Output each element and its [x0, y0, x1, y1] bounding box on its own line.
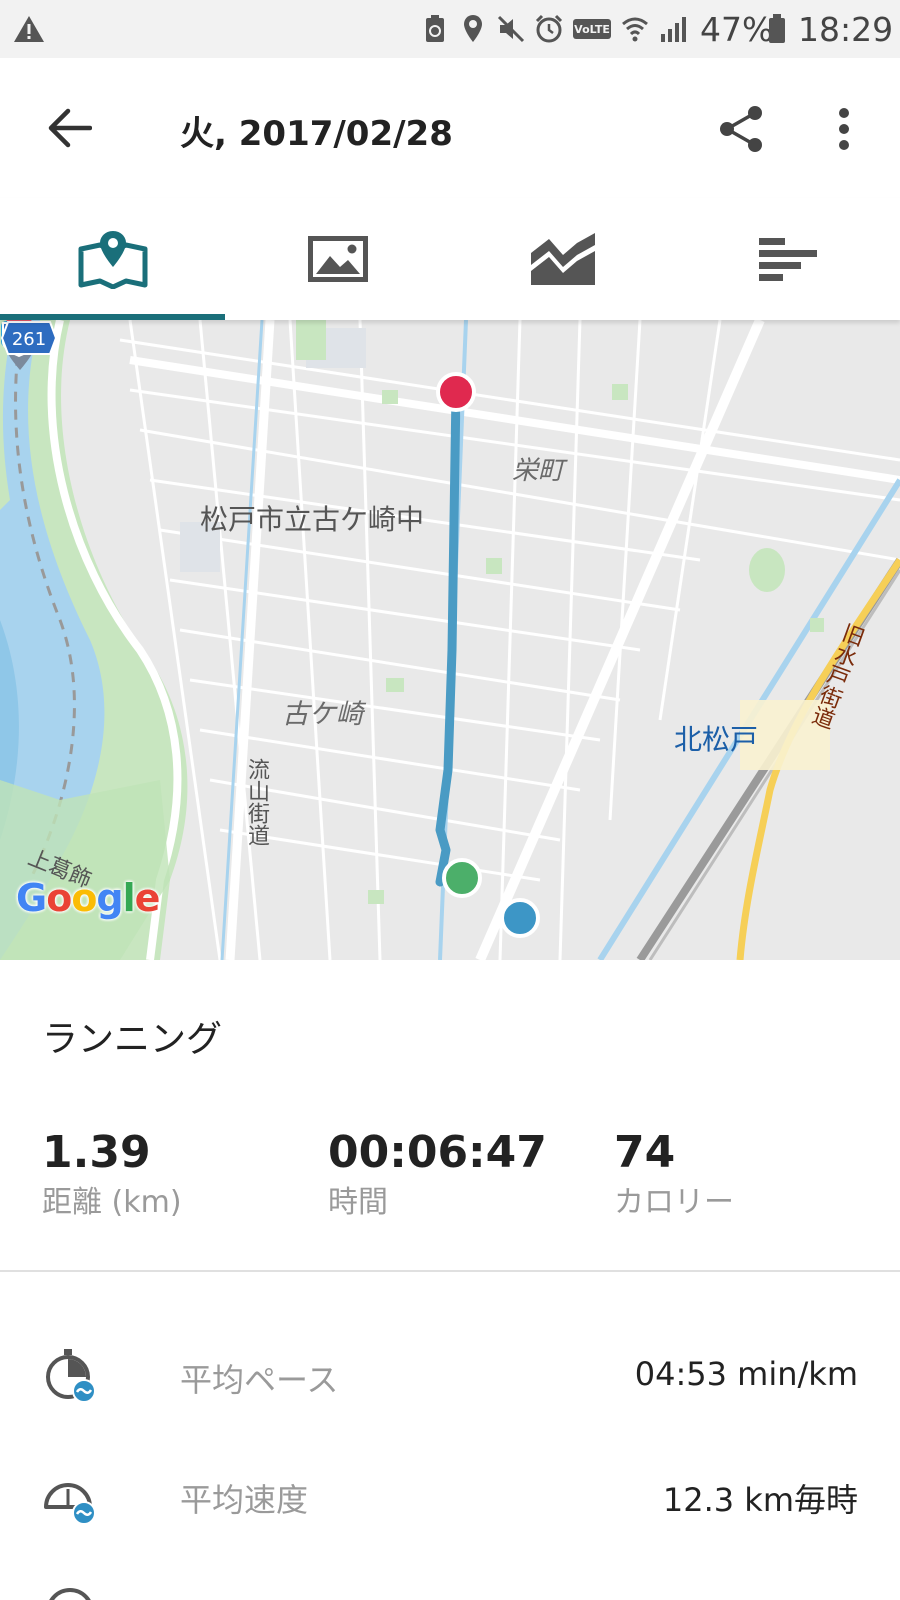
- battery-percent: 47%: [700, 10, 774, 49]
- stat-label: 距離 (km): [42, 1185, 182, 1220]
- divider: [0, 1270, 900, 1272]
- location-icon: [458, 14, 488, 44]
- tab-photos[interactable]: [225, 198, 450, 320]
- wifi-icon: [620, 14, 650, 44]
- map-label-koga: 古ケ崎: [282, 699, 363, 730]
- route-map[interactable]: 文 栄町 松戸市立古ケ崎中 古ケ崎 流山街道 上葛飾 北松戸 旧水戸街道 6 2…: [0, 320, 900, 960]
- stat-label: カロリー: [614, 1185, 734, 1220]
- tab-bar: [0, 198, 900, 320]
- stat-label: 時間: [328, 1185, 388, 1220]
- stat-value: 74: [614, 1127, 676, 1178]
- stat-duration: 00:06:47 時間: [328, 1126, 547, 1224]
- tab-map[interactable]: [0, 198, 225, 320]
- metric-row-avg-speed: 平均速度 12.3 km毎時: [0, 1445, 900, 1545]
- share-icon: [720, 106, 762, 152]
- tab-charts[interactable]: [450, 198, 675, 320]
- stat-calories: 74 カロリー: [614, 1126, 734, 1224]
- alarm-icon: [534, 14, 564, 44]
- stat-distance: 1.39 距離 (km): [42, 1126, 182, 1224]
- more-vert-icon: [839, 108, 849, 150]
- metric-row-avg-pace: 平均ペース 04:53 min/km: [0, 1325, 900, 1425]
- volte-icon: VoLTE: [572, 14, 612, 44]
- next-metric-icon: [49, 1588, 91, 1600]
- share-button[interactable]: [712, 100, 770, 158]
- metric-label: 平均ペース: [180, 1361, 339, 1399]
- warning-icon: [14, 16, 44, 42]
- google-logo: Google: [16, 876, 160, 920]
- map-label-school[interactable]: 松戸市立古ケ崎中: [200, 498, 424, 538]
- metric-label: 平均速度: [180, 1481, 309, 1519]
- arrow-back-icon: [48, 108, 92, 148]
- metric-value: 12.3 km毎時: [662, 1481, 858, 1519]
- metric-value: 04:53 min/km: [634, 1355, 858, 1393]
- stopwatch-pace-icon: [46, 1349, 96, 1403]
- speedometer-icon: [44, 1483, 96, 1525]
- tab-laps[interactable]: [675, 198, 900, 320]
- map-pin-icon: [78, 231, 147, 289]
- page-title: 火, 2017/02/28: [180, 114, 453, 154]
- route-261-shield: 261: [0, 321, 58, 355]
- stat-value: 1.39: [42, 1127, 151, 1178]
- map-label-nagareyama: 流山街道: [244, 758, 269, 846]
- signal-icon: [658, 14, 688, 44]
- recycle-battery-icon: [420, 14, 450, 44]
- mute-icon: [496, 14, 526, 44]
- map-label-kita-matsudo[interactable]: 北松戸: [674, 718, 758, 758]
- map-label-sakae: 栄町: [512, 456, 565, 486]
- more-options-button[interactable]: [820, 100, 868, 158]
- svg-text:261: 261: [12, 329, 46, 350]
- stat-value: 00:06:47: [328, 1127, 547, 1178]
- status-bar: VoLTE 47% 18:29: [0, 0, 900, 58]
- map-canvas: [0, 320, 900, 960]
- activity-type: ランニング: [42, 1019, 223, 1060]
- app-bar: 火, 2017/02/28: [0, 58, 900, 198]
- bar-list-icon: [758, 238, 817, 281]
- svg-text:VoLTE: VoLTE: [574, 23, 610, 36]
- back-button[interactable]: [40, 100, 100, 156]
- battery-icon: [769, 14, 785, 43]
- summary-stats: 1.39 距離 (km) 00:06:47 時間 74 カロリー: [0, 1126, 900, 1236]
- area-chart-icon: [530, 233, 595, 285]
- image-icon: [307, 236, 368, 282]
- clock: 18:29: [798, 10, 894, 49]
